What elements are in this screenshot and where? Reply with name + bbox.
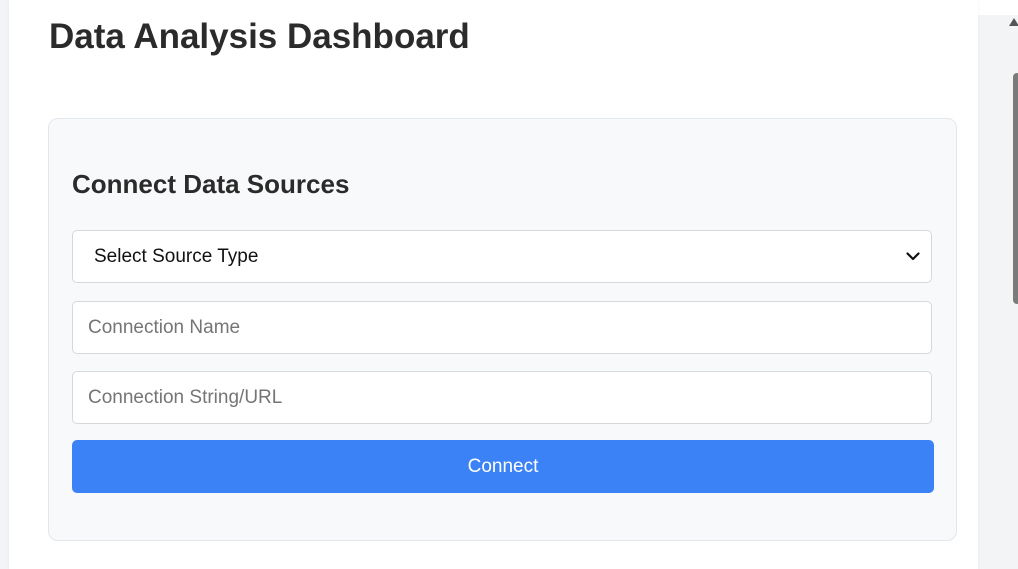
chevron-down-icon [905,249,921,265]
source-type-select[interactable]: Select Source Type [72,230,932,283]
connect-data-sources-panel: Connect Data Sources Select Source Type … [48,118,957,541]
page-title: Data Analysis Dashboard [49,17,470,56]
main-content: Data Analysis Dashboard Connect Data Sou… [9,0,978,569]
connect-button[interactable]: Connect [72,440,934,493]
connection-url-input[interactable] [72,371,932,424]
scroll-up-arrow-icon[interactable] [1009,18,1018,26]
connection-name-input[interactable] [72,301,932,354]
panel-title: Connect Data Sources [72,169,350,199]
source-type-selected-value: Select Source Type [94,245,259,267]
scrollbar-thumb[interactable] [1013,73,1018,304]
top-strip [978,0,1018,15]
